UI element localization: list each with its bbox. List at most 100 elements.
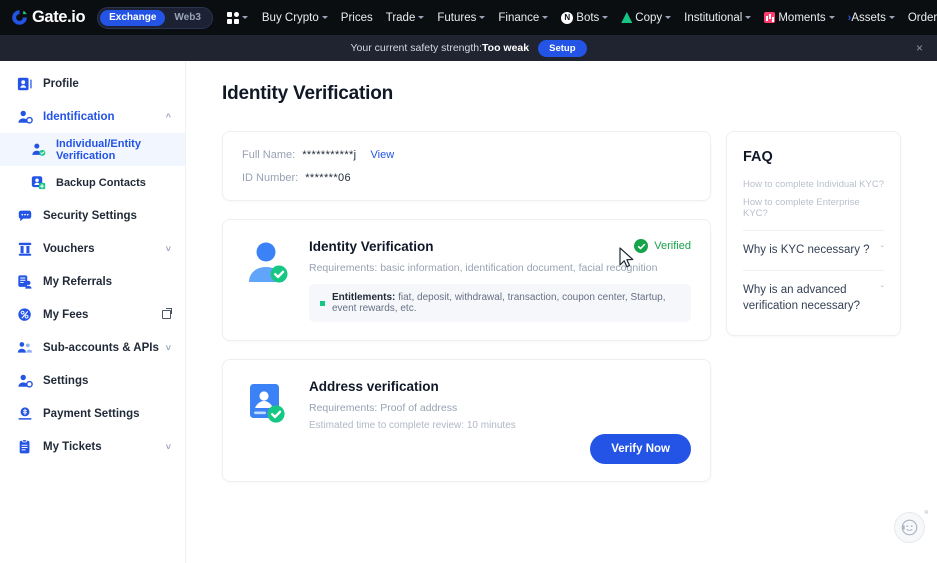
full-name-value: ***********j — [302, 149, 357, 161]
chevron-up-icon[interactable]: ^ — [166, 112, 171, 122]
chevron-down-icon — [602, 16, 609, 19]
nav-buy-crypto-label: Buy Crypto — [261, 11, 319, 24]
sidebar-item-vouchers[interactable]: Vouchers ˅ — [0, 232, 185, 265]
chevron-down-icon[interactable]: ˇ — [881, 285, 884, 296]
sidebar-item-label: Payment Settings — [43, 407, 140, 420]
status-badge: Verified — [634, 239, 691, 253]
nav-order[interactable]: Order — [908, 12, 937, 24]
segment-web3[interactable]: Web3 — [165, 10, 210, 26]
bots-icon: N — [561, 11, 574, 24]
entitlements-label: Entitlements: — [332, 292, 396, 303]
chevron-down-icon — [828, 16, 835, 19]
full-name-label: Full Name: — [242, 149, 296, 161]
id-number-value: *******06 — [305, 172, 352, 184]
chevron-down-icon[interactable]: ˅ — [166, 343, 171, 353]
sidebar-item-security-settings[interactable]: Security Settings — [0, 199, 185, 232]
nav-prices[interactable]: Prices — [341, 12, 373, 24]
close-icon[interactable]: × — [924, 507, 929, 517]
page-shell: Profile Identification ^ Individual/Enti… — [0, 61, 937, 563]
nav-copy-label: Copy — [635, 11, 663, 24]
sidebar-item-backup-contacts[interactable]: Backup Contacts — [0, 166, 185, 199]
nav-trade[interactable]: Trade — [386, 12, 425, 24]
id-number-label: ID Number: — [242, 172, 299, 184]
view-link[interactable]: View — [371, 149, 395, 161]
payment-settings-icon — [16, 406, 33, 422]
external-link-icon[interactable] — [162, 308, 172, 319]
grid-icon — [226, 11, 239, 24]
chevron-down-icon[interactable]: ˅ — [166, 442, 171, 452]
sidebar-item-label: Vouchers — [43, 242, 95, 255]
exchange-web3-toggle[interactable]: Exchange Web3 — [97, 6, 213, 29]
nav-buy-crypto[interactable]: Buy Crypto — [262, 12, 328, 24]
address-verification-card: Address verification Requirements: Proof… — [222, 359, 711, 482]
faq-link-individual-kyc[interactable]: How to complete Individual KYC? — [743, 179, 884, 190]
content-columns: Full Name: ***********j View ID Number: … — [222, 131, 911, 500]
identification-icon — [16, 109, 33, 125]
faq-link-enterprise-kyc[interactable]: How to complete Enterprise KYC? — [743, 197, 884, 219]
nav-bots[interactable]: N Bots — [561, 11, 609, 24]
segment-exchange[interactable]: Exchange — [100, 9, 166, 26]
vouchers-icon — [16, 241, 33, 257]
nav-futures[interactable]: Futures — [437, 11, 486, 24]
verify-now-button[interactable]: Verify Now — [590, 434, 691, 464]
chevron-down-icon[interactable]: ˇ — [881, 245, 884, 256]
nav-finance[interactable]: Finance — [498, 12, 549, 24]
sidebar-item-sub-accounts-apis[interactable]: Sub-accounts & APIs ˅ — [0, 331, 185, 364]
identity-card-requirements: Requirements: basic information, identif… — [309, 262, 658, 274]
chevron-down-icon — [418, 16, 425, 19]
right-column: FAQ How to complete Individual KYC? How … — [726, 131, 901, 337]
entitlements-banner: Entitlements: fiat, deposit, withdrawal,… — [309, 284, 691, 322]
sidebar-item-label: My Tickets — [43, 440, 102, 453]
sidebar-item-individual-entity-verification[interactable]: Individual/Entity Verification — [0, 133, 185, 166]
close-icon[interactable]: × — [916, 41, 923, 55]
chevron-down-icon — [888, 16, 895, 19]
sidebar: Profile Identification ^ Individual/Enti… — [0, 61, 186, 563]
nav-moments[interactable]: Moments — [764, 11, 835, 24]
sidebar-item-settings[interactable]: Settings — [0, 364, 185, 397]
divider — [743, 230, 884, 231]
sidebar-item-label: Profile — [43, 77, 79, 90]
apps-grid-button[interactable] — [226, 11, 248, 24]
faq-question-label: Why is KYC necessary ? — [743, 244, 870, 256]
sidebar-item-profile[interactable]: Profile — [0, 67, 185, 100]
chevron-down-icon — [745, 16, 752, 19]
gate-logo[interactable]: Gate.io — [11, 8, 86, 27]
customer-support-button[interactable] — [894, 512, 925, 543]
main-content: Identity Verification Full Name: *******… — [186, 61, 937, 563]
nav-futures-label: Futures — [437, 11, 477, 24]
copy-trading-icon — [621, 12, 633, 23]
nav-moments-label: Moments — [778, 11, 826, 24]
sidebar-item-my-referrals[interactable]: My Referrals — [0, 265, 185, 298]
top-nav-right-group: Assets Order — [851, 9, 937, 26]
user-info-card: Full Name: ***********j View ID Number: … — [222, 131, 711, 201]
faq-question-kyc-necessary[interactable]: Why is KYC necessary ? ˇ — [743, 242, 884, 259]
chevron-down-icon[interactable]: ˅ — [166, 244, 171, 254]
chevron-down-icon — [479, 16, 486, 19]
faq-title: FAQ — [743, 149, 773, 165]
nav-institutional[interactable]: Institutional — [684, 12, 752, 24]
identity-verification-card: Identity Verification Requirements: basi… — [222, 219, 711, 341]
check-circle-icon — [634, 239, 649, 253]
setup-button[interactable]: Setup — [538, 39, 587, 57]
sidebar-item-label: My Referrals — [43, 275, 113, 288]
sub-accounts-icon — [16, 340, 33, 356]
nav-copy[interactable]: Copy — [621, 11, 672, 24]
address-card-body: Address verification Requirements: Proof… — [309, 379, 691, 437]
id-number-row: ID Number: *******06 — [242, 172, 691, 184]
bullet-icon — [320, 300, 325, 306]
address-card-requirements: Requirements: Proof of address — [309, 402, 458, 414]
identity-person-icon — [242, 239, 294, 322]
address-document-icon — [242, 379, 294, 437]
safety-strength-value: Too weak — [482, 42, 530, 54]
sidebar-item-my-fees[interactable]: My Fees — [0, 298, 185, 331]
profile-icon — [16, 76, 33, 92]
status-badge-label: Verified — [654, 240, 691, 252]
faq-question-advanced-verification[interactable]: Why is an advanced verification necessar… — [743, 282, 884, 315]
address-card-title: Address verification — [309, 379, 439, 394]
nav-assets[interactable]: Assets — [851, 12, 895, 24]
chevron-down-icon — [665, 16, 672, 19]
sidebar-item-label: My Fees — [43, 308, 89, 321]
sidebar-item-identification[interactable]: Identification ^ — [0, 100, 185, 133]
sidebar-item-payment-settings[interactable]: Payment Settings — [0, 397, 185, 430]
sidebar-item-my-tickets[interactable]: My Tickets ˅ — [0, 430, 185, 463]
